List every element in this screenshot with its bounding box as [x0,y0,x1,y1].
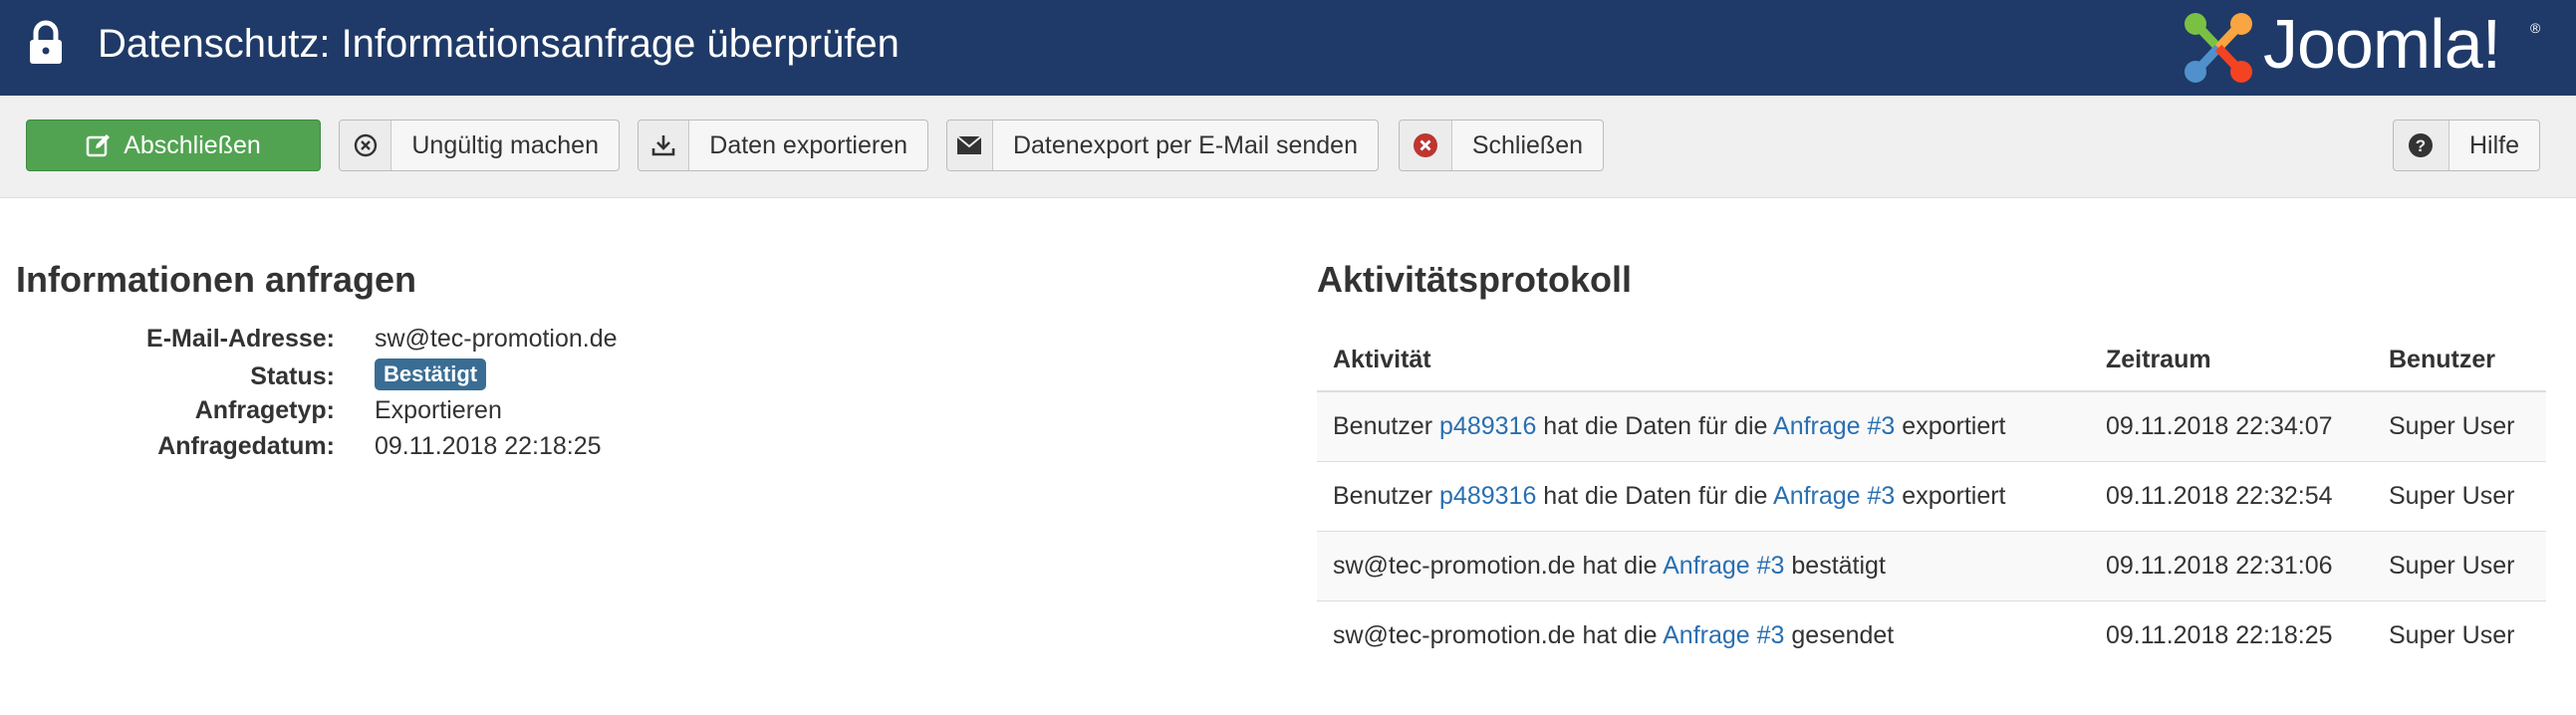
complete-button-content: Abschließen [27,120,320,170]
column-activity: Aktivität [1317,329,2090,392]
time-cell: 09.11.2018 22:31:06 [2090,531,2373,601]
complete-button[interactable]: Abschließen [26,119,321,171]
user-cell: Super User [2373,390,2546,462]
close-button[interactable]: Schließen [1399,119,1604,171]
export-data-button[interactable]: Daten exportieren [638,119,928,171]
download-icon [639,120,690,170]
user-cell: Super User [2373,461,2546,532]
request-link[interactable]: Anfrage #3 [1773,412,1895,440]
column-time: Zeitraum [2090,329,2373,392]
export-data-button-label: Daten exportieren [709,130,907,159]
request-link[interactable]: Anfrage #3 [1663,621,1784,649]
type-value: Exportieren [375,396,502,424]
time-cell: 09.11.2018 22:18:25 [2090,600,2373,670]
close-circle-icon [1400,120,1452,170]
help-button-label: Hilfe [2468,130,2519,159]
activity-log-heading: Aktivitätsprotokoll [1317,259,1633,300]
page-title: Datenschutz: Informationsanfrage überprü… [98,22,900,66]
activity-text: hat die Daten für die [1536,482,1774,510]
close-button-label: Schließen [1471,130,1583,159]
toolbar: Abschließen Ungültig machen Daten export… [0,96,2576,198]
activity-text: Benutzer [1333,482,1440,510]
activity-text: gesendet [1784,621,1895,649]
activity-text: bestätigt [1784,552,1886,580]
envelope-icon [947,120,993,170]
user-cell: Super User [2373,600,2546,670]
table-header-row: Aktivität Zeitraum Benutzer [1317,329,2546,392]
activity-cell: sw@tec-promotion.de hat die Anfrage #3 b… [1317,531,2090,601]
cancel-circle-icon [340,120,392,170]
email-export-button[interactable]: Datenexport per E-Mail senden [946,119,1379,171]
invalidate-button[interactable]: Ungültig machen [339,119,620,171]
email-label: E-Mail-Adresse: [146,325,335,353]
date-label: Anfragedatum: [157,432,335,460]
user-cell: Super User [2373,531,2546,601]
request-link[interactable]: Anfrage #3 [1773,482,1895,510]
complete-button-label: Abschließen [124,130,261,159]
question-circle-icon: ? [2394,120,2449,170]
time-cell: 09.11.2018 22:34:07 [2090,390,2373,462]
activity-cell: Benutzer p489316 hat die Daten für die A… [1317,390,2090,462]
activity-text: sw@tec-promotion.de hat die [1333,621,1664,649]
request-link[interactable]: Anfrage #3 [1663,552,1784,580]
invalidate-button-label: Ungültig machen [411,130,599,159]
activity-text: Benutzer [1333,412,1440,440]
user-link[interactable]: p489316 [1439,412,1536,440]
type-label: Anfragetyp: [194,396,335,424]
status-label: Status: [250,362,335,390]
activity-text: sw@tec-promotion.de hat die [1333,552,1664,580]
table-row: Benutzer p489316 hat die Daten für die A… [1317,390,2546,462]
table-row: sw@tec-promotion.de hat die Anfrage #3 g… [1317,600,2546,670]
activity-cell: Benutzer p489316 hat die Daten für die A… [1317,461,2090,532]
status-badge: Bestätigt [375,358,487,390]
activity-cell: sw@tec-promotion.de hat die Anfrage #3 g… [1317,600,2090,670]
lock-icon [30,20,62,64]
activity-log-table: Aktivität Zeitraum Benutzer Benutzer p48… [1317,329,2546,670]
request-info-heading: Informationen anfragen [16,259,417,300]
activity-text: exportiert [1895,412,2006,440]
registered-mark: ® [2530,20,2541,36]
joomla-logo-mark [2185,13,2252,83]
email-export-button-label: Datenexport per E-Mail senden [1012,130,1358,159]
status-value-wrap: Bestätigt [375,358,487,390]
joomla-logo-text: Joomla! [2263,5,2501,83]
edit-icon [86,134,111,157]
help-button[interactable]: ? Hilfe [2393,119,2540,171]
user-link[interactable]: p489316 [1439,482,1536,510]
svg-text:?: ? [2416,136,2426,155]
date-value: 09.11.2018 22:18:25 [375,432,602,460]
table-row: sw@tec-promotion.de hat die Anfrage #3 b… [1317,531,2546,601]
table-row: Benutzer p489316 hat die Daten für die A… [1317,461,2546,532]
activity-text: hat die Daten für die [1536,412,1774,440]
column-user: Benutzer [2373,329,2546,392]
activity-text: exportiert [1895,482,2006,510]
email-value: sw@tec-promotion.de [375,325,618,353]
time-cell: 09.11.2018 22:32:54 [2090,461,2373,532]
header-bar: Datenschutz: Informationsanfrage überprü… [0,0,2576,96]
